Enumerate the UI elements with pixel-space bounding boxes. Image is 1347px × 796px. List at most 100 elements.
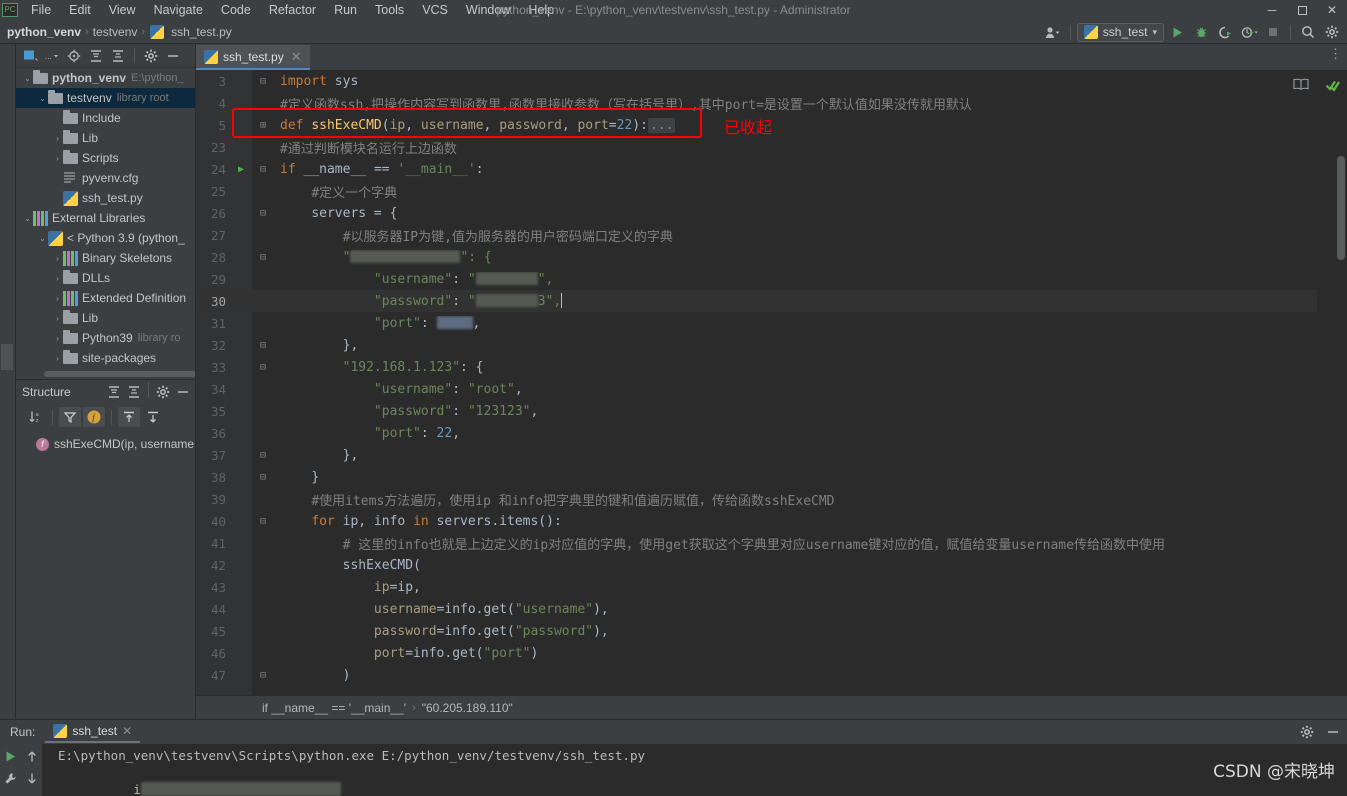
down-arrow-icon[interactable] [22,769,42,787]
debug-button[interactable] [1190,22,1212,42]
tree-expand-arrow[interactable]: › [52,274,63,283]
gear-icon[interactable] [141,46,161,66]
tree-item-binary-skeletons[interactable]: ›Binary Skeletons [16,248,195,268]
structure-tree[interactable]: fsshExeCMD(ip, username [16,430,195,719]
fold-marker[interactable]: ⊟ [252,164,274,175]
code-line-46[interactable]: 46 port=info.get("port") [196,642,1347,664]
code-line-41[interactable]: 41 # 这里的info也就是上边定义的ip对应值的字典，使用get获取这个字典… [196,532,1347,554]
locate-icon[interactable] [64,46,84,66]
code-line-26[interactable]: 26⊟ servers = { [196,202,1347,224]
code-line-24[interactable]: 24▶⊟if __name__ == '__main__': [196,158,1347,180]
close-icon[interactable]: ✕ [291,49,302,65]
gear-icon[interactable] [1297,722,1317,742]
tree-item-scripts[interactable]: ›Scripts [16,148,195,168]
tree-expand-arrow[interactable]: › [52,294,63,303]
code-line-27[interactable]: 27 #以服务器IP为键,值为服务器的用户密码端口定义的字典 [196,224,1347,246]
code-line-28[interactable]: 28⊟ "": { [196,246,1347,268]
scroll-to-source-icon[interactable] [142,407,164,427]
menu-file[interactable]: File [22,0,60,20]
editor-options-icon[interactable]: ⋮ [1329,46,1343,62]
fold-marker[interactable]: ⊟ [252,340,274,351]
wrench-icon[interactable] [0,769,20,787]
tree-item-python-3-9-python[interactable]: ⌄< Python 3.9 (python_ [16,228,195,248]
tree-expand-arrow[interactable]: › [52,354,63,363]
code-line-36[interactable]: 36 "port": 22, [196,422,1347,444]
code-line-33[interactable]: 33⊟ "192.168.1.123": { [196,356,1347,378]
fold-marker[interactable]: ⊟ [252,76,274,87]
code-line-44[interactable]: 44 username=info.get("username"), [196,598,1347,620]
code-editor[interactable]: 3⊟import sys4#定义函数ssh,把操作内容写到函数里,函数里接收参数… [196,70,1347,695]
filter-icon[interactable] [59,407,81,427]
code-line-34[interactable]: 34 "username": "root", [196,378,1347,400]
fold-marker[interactable]: ⊞ [252,120,274,131]
fold-marker[interactable]: ⊟ [252,670,274,681]
fold-marker[interactable]: ⊟ [252,516,274,527]
options-dropdown-icon[interactable]: ... [42,46,62,66]
menu-view[interactable]: View [100,0,145,20]
breadcrumb-scope[interactable]: if __name__ == '__main__' [262,701,406,715]
gear-icon[interactable] [1321,22,1343,42]
up-arrow-icon[interactable] [22,747,42,765]
run-tab-ssh-test[interactable]: ssh_test ✕ [45,721,140,743]
run-configuration-selector[interactable]: ssh_test ▾ [1077,23,1164,42]
tree-item-dlls[interactable]: ›DLLs [16,268,195,288]
code-line-31[interactable]: 31 "port": , [196,312,1347,334]
project-tree[interactable]: ⌄python_venvE:\python_⌄testvenvlibrary r… [16,68,195,379]
editor-scrollbar-thumb[interactable] [1337,156,1345,260]
tree-expand-arrow[interactable]: ⌄ [22,214,33,223]
menu-vcs[interactable]: VCS [413,0,457,20]
hide-icon[interactable] [173,382,193,402]
rerun-icon[interactable] [0,747,20,765]
code-line-32[interactable]: 32⊟ }, [196,334,1347,356]
menu-refactor[interactable]: Refactor [260,0,325,20]
code-line-35[interactable]: 35 "password": "123123", [196,400,1347,422]
sort-alphabetically-icon[interactable]: az [24,407,46,427]
code-line-47[interactable]: 47⊟ ) [196,664,1347,686]
expand-all-icon[interactable] [104,382,124,402]
close-button[interactable]: ✕ [1317,0,1347,20]
fold-marker[interactable]: ⊟ [252,252,274,263]
code-line-42[interactable]: 42 sshExeCMD( [196,554,1347,576]
inspection-status-icon[interactable] [1325,78,1341,95]
structure-item[interactable]: fsshExeCMD(ip, username [16,434,195,454]
collapsed-code-placeholder[interactable]: ... [648,118,675,133]
fold-marker[interactable]: ⊟ [252,450,274,461]
code-lines[interactable]: 3⊟import sys4#定义函数ssh,把操作内容写到函数里,函数里接收参数… [196,70,1347,695]
profile-button[interactable] [1238,22,1260,42]
code-line-4[interactable]: 4#定义函数ssh,把操作内容写到函数里,函数里接收参数（写在括号里）,其中po… [196,92,1347,114]
gear-icon[interactable] [153,382,173,402]
tree-expand-arrow[interactable]: › [52,254,63,263]
editor-tab-ssh-test[interactable]: ssh_test.py ✕ [196,45,310,70]
code-line-23[interactable]: 23#通过判断模块名运行上边函数 [196,136,1347,158]
code-line-39[interactable]: 39 #使用items方法遍历，使用ip 和info把字典里的键和值遍历赋值，传… [196,488,1347,510]
user-icon[interactable] [1042,22,1064,42]
maximize-button[interactable] [1287,0,1317,20]
tree-item-lib[interactable]: ›Lib [16,308,195,328]
reader-mode-icon[interactable] [1293,78,1309,94]
menu-tools[interactable]: Tools [366,0,413,20]
tree-item-lib[interactable]: ›Lib [16,128,195,148]
tree-horizontal-scrollbar[interactable] [44,371,195,377]
menu-run[interactable]: Run [325,0,366,20]
gutter-marker[interactable]: ▶ [230,164,252,175]
close-icon[interactable]: ✕ [122,724,132,738]
fold-marker[interactable]: ⊟ [252,208,274,219]
stop-button[interactable] [1262,22,1284,42]
hide-icon[interactable] [1323,722,1343,742]
tree-expand-arrow[interactable]: › [52,334,63,343]
menu-code[interactable]: Code [212,0,260,20]
show-fields-icon[interactable]: f [83,407,105,427]
tree-item-python39[interactable]: ›Python39library ro [16,328,195,348]
breadcrumb-project[interactable]: python_venv [4,25,84,39]
tree-item-testvenv[interactable]: ⌄testvenvlibrary root [16,88,195,108]
code-line-45[interactable]: 45 password=info.get("password"), [196,620,1347,642]
collapse-all-icon[interactable] [108,46,128,66]
coverage-button[interactable] [1214,22,1236,42]
menu-edit[interactable]: Edit [60,0,100,20]
breadcrumb-file[interactable]: ssh_test.py [168,25,235,39]
minimize-button[interactable]: ─ [1257,0,1287,20]
tree-expand-arrow[interactable]: › [52,154,63,163]
code-line-30[interactable]: 30 "password": "3", [196,290,1347,312]
run-button[interactable] [1166,22,1188,42]
breadcrumb-key[interactable]: "60.205.189.110" [422,701,513,715]
